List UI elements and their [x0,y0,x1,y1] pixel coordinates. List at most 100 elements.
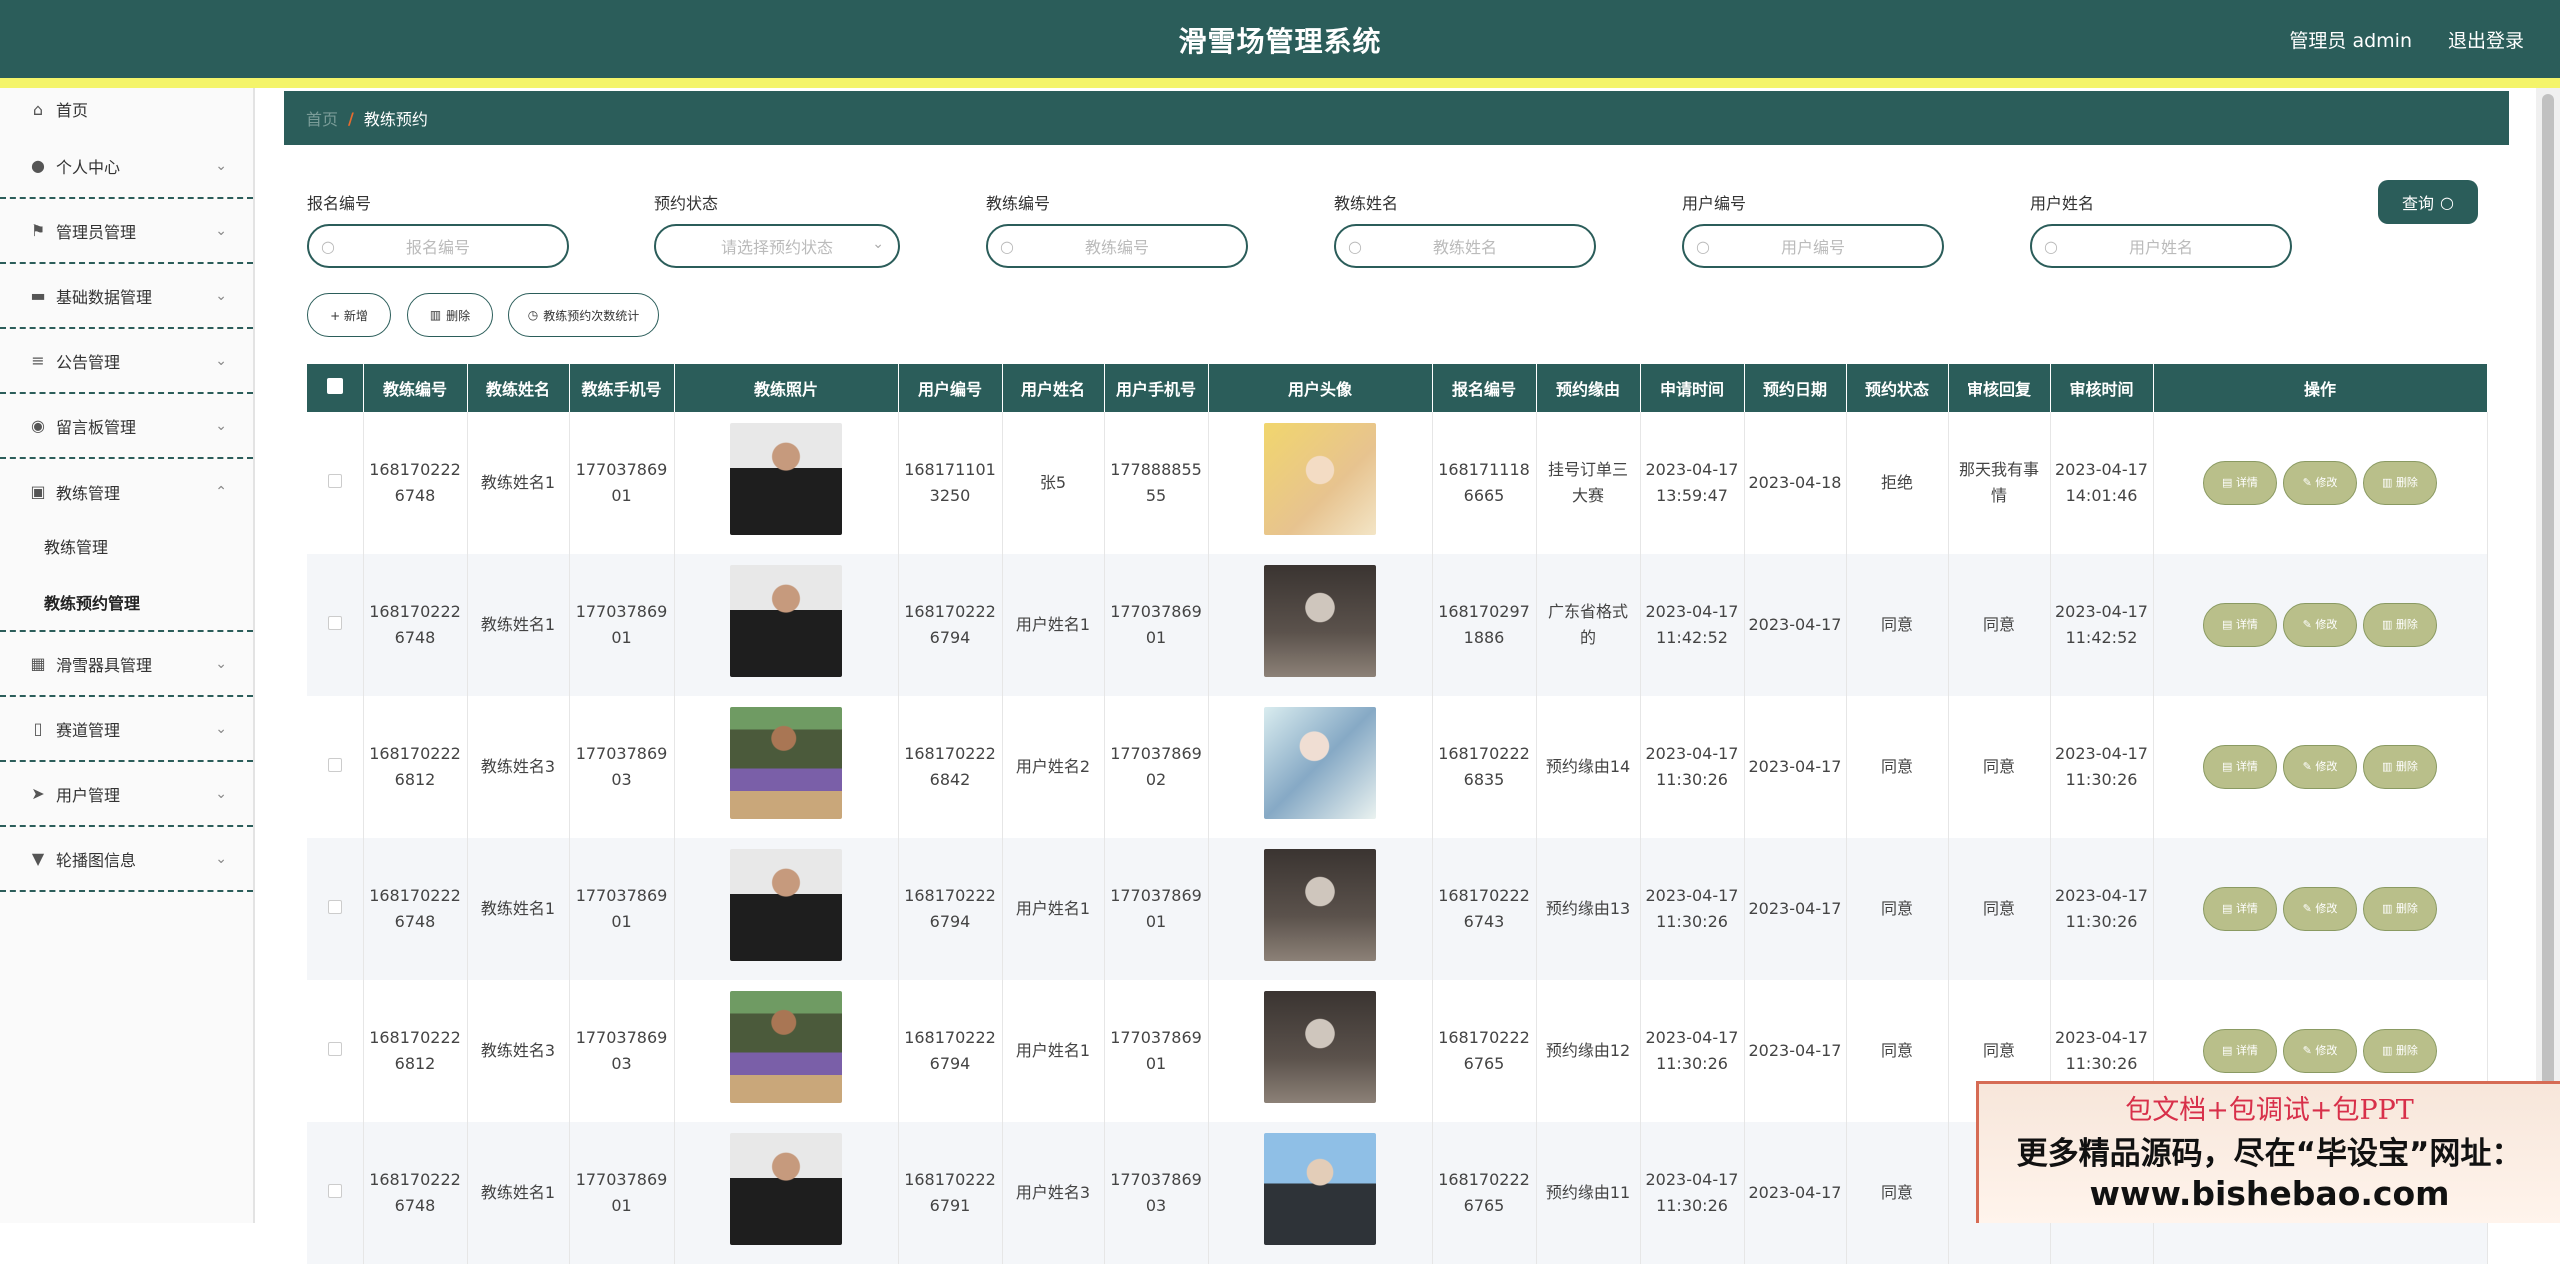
detail-button[interactable]: ▤ 详情 [2203,887,2277,931]
sidebar-subitem-coach-manage[interactable]: 教练管理 [0,518,253,574]
column-header: 操作 [2153,364,2488,412]
cell-user-name: 用户姓名2 [1002,696,1105,838]
column-header: 审核时间 [2050,364,2154,412]
row-checkbox[interactable] [327,1042,342,1056]
row-checkbox[interactable] [327,900,342,914]
send-icon: ➤ [31,784,45,803]
row-actions-cell: ▤ 详情✎ 修改▥ 删除 [2153,554,2488,696]
coach-photo-cell [674,696,899,838]
edit-button[interactable]: ✎ 修改 [2283,745,2357,789]
cell-user-phone: 17703786901 [1104,838,1209,980]
delete-button[interactable]: ▥ 删除 [2363,1029,2437,1073]
booking-stats-button[interactable]: ◷ 教练预约次数统计 [508,293,659,337]
batch-delete-button[interactable]: ▥ 删除 [407,293,493,337]
edit-button[interactable]: ✎ 修改 [2283,461,2357,505]
row-checkbox[interactable] [327,1184,342,1198]
edit-button[interactable]: ✎ 修改 [2283,887,2357,931]
sidebar-item-home[interactable]: ⌂ 首页 [0,88,253,130]
delete-button-label: 删除 [2395,476,2418,489]
cell-user-no: 1681711013250 [898,412,1003,554]
document-icon: ▤ [2222,1044,2236,1057]
edit-button-label: 修改 [2315,902,2338,915]
sidebar-item-ski-gear[interactable]: ▦ 滑雪器具管理 ⌄ [0,632,253,697]
cell-review-time: 2023-04-17 11:30:26 [2050,696,2154,838]
cell-reg-no: 1681702971886 [1432,554,1537,696]
pencil-icon: ✎ [2302,760,2316,773]
cell-reason: 预约缘由14 [1536,696,1641,838]
sidebar-item-coach[interactable]: ▣ 教练管理 ⌃ [0,459,253,524]
row-checkbox[interactable] [327,758,342,772]
sidebar-item-users[interactable]: ➤ 用户管理 ⌄ [0,762,253,827]
sidebar-item-profile[interactable]: ● 个人中心 ⌄ [0,134,253,199]
column-header: 预约缘由 [1536,364,1641,412]
row-select-cell[interactable] [307,1122,364,1264]
pencil-icon: ✎ [2302,618,2316,631]
promo-line-3: www.bishebao.com [2089,1174,2450,1213]
coach-photo-cell [674,412,899,554]
breadcrumb-home[interactable]: 首页 [306,106,338,130]
filter-label-coach-no: 教练编号 [986,194,1051,213]
select-all-cell[interactable] [307,364,364,412]
detail-button[interactable]: ▤ 详情 [2203,1029,2277,1073]
delete-button[interactable]: ▥ 删除 [2363,603,2437,647]
user-name-input[interactable]: ○ 用户姓名 [2030,224,2292,268]
add-button[interactable]: + 新增 [307,293,391,337]
coach-no-input[interactable]: ○ 教练编号 [986,224,1248,268]
sidebar-item-carousel[interactable]: ▼ 轮播图信息 ⌄ [0,827,253,892]
user-avatar [1264,707,1376,819]
row-select-cell[interactable] [307,696,364,838]
detail-button[interactable]: ▤ 详情 [2203,745,2277,789]
sidebar-item-base-data[interactable]: ▬ 基础数据管理 ⌄ [0,264,253,329]
row-select-cell[interactable] [307,980,364,1122]
status-select[interactable]: 请选择预约状态 ⌄ [654,224,900,268]
cell-coach-name: 教练姓名3 [467,696,570,838]
chevron-down-icon: ⌄ [215,352,227,369]
detail-button[interactable]: ▤ 详情 [2203,461,2277,505]
edit-button[interactable]: ✎ 修改 [2283,1029,2357,1073]
row-select-cell[interactable] [307,554,364,696]
cell-coach-phone: 17703786901 [569,554,675,696]
search-icon: ○ [321,237,335,256]
scrollbar-thumb[interactable] [2542,94,2554,1114]
delete-button[interactable]: ▥ 删除 [2363,461,2437,505]
coach-photo [730,1133,842,1245]
sidebar-item-notice[interactable]: ≡ 公告管理 ⌄ [0,329,253,394]
edit-button-label: 修改 [2315,760,2338,773]
cell-user-name: 用户姓名1 [1002,554,1105,696]
column-header: 报名编号 [1432,364,1537,412]
row-checkbox[interactable] [327,616,342,630]
chevron-down-icon: ⌄ [215,720,227,737]
user-icon: ● [31,156,45,175]
trash-icon: ▥ [429,308,442,322]
sidebar-item-messages[interactable]: ◉ 留言板管理 ⌄ [0,394,253,459]
query-button[interactable]: 查询 ○ [2378,180,2478,224]
reg-no-input[interactable]: ○ 报名编号 [307,224,569,268]
sidebar-item-track[interactable]: ▯ 赛道管理 ⌄ [0,697,253,762]
user-avatar [1264,1133,1376,1245]
select-all-checkbox[interactable] [326,378,343,394]
row-checkbox[interactable] [327,474,342,488]
vertical-scrollbar[interactable] [2536,88,2560,1223]
row-select-cell[interactable] [307,838,364,980]
detail-button[interactable]: ▤ 详情 [2203,603,2277,647]
search-icon: ○ [2440,192,2454,212]
edit-button[interactable]: ✎ 修改 [2283,603,2357,647]
cell-user-phone: 17703786901 [1104,554,1209,696]
user-no-input[interactable]: ○ 用户编号 [1682,224,1944,268]
cell-status: 同意 [1846,980,1949,1122]
cell-apply-time: 2023-04-17 11:30:26 [1640,980,1745,1122]
user-avatar-cell [1208,838,1433,980]
pencil-icon: ✎ [2302,1044,2316,1057]
row-select-cell[interactable] [307,412,364,554]
cell-user-name: 张5 [1002,412,1105,554]
cell-coach-no: 1681702226748 [363,1122,468,1264]
delete-button[interactable]: ▥ 删除 [2363,887,2437,931]
delete-button[interactable]: ▥ 删除 [2363,745,2437,789]
sidebar-item-admin[interactable]: ⚑ 管理员管理 ⌄ [0,199,253,264]
flag-icon: ⚑ [30,221,46,240]
sidebar-subitem-coach-booking[interactable]: 教练预约管理 [0,574,253,630]
coach-name-input[interactable]: ○ 教练姓名 [1334,224,1596,268]
cell-coach-no: 1681702226748 [363,554,468,696]
coach-photo [730,565,842,677]
logout-button[interactable]: 退出登录 [2448,26,2524,53]
